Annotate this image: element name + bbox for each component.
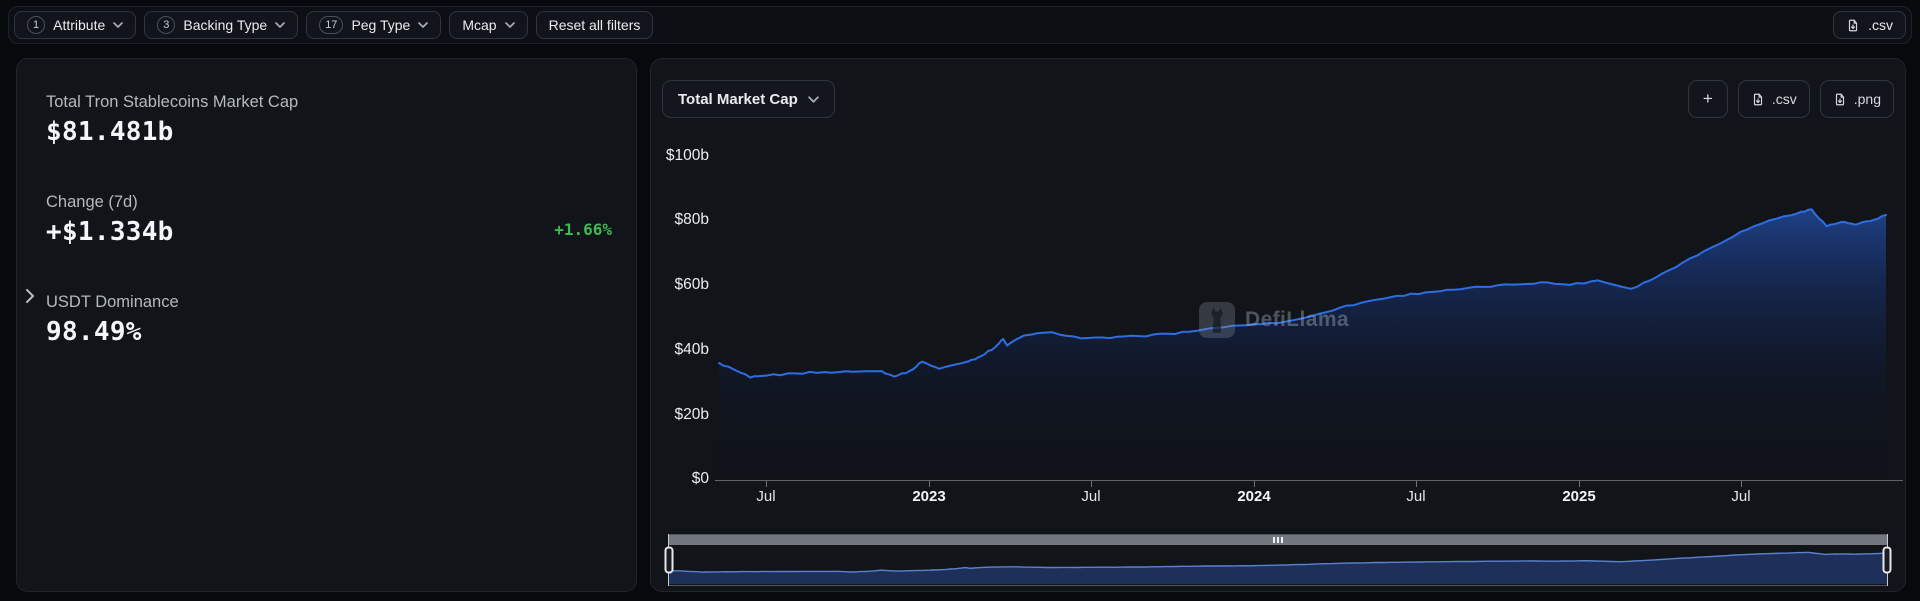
stat-value: +$1.334b [46,217,174,247]
reset-all-filters-button[interactable]: Reset all filters [536,11,654,39]
x-axis-tick [1416,481,1417,487]
x-axis-label: Jul [1081,488,1100,505]
stat-value: $81.481b [46,117,612,147]
brush-mini-chart[interactable] [669,545,1887,585]
filter-peg-type-label: Peg Type [351,17,410,33]
chevron-down-icon [418,22,428,28]
filter-mcap-button[interactable]: Mcap [449,11,527,39]
stat-value: 98.49% [46,317,612,347]
stat-label: USDT Dominance [46,293,612,312]
download-csv-button[interactable]: .csv [1738,80,1810,118]
chart-actions: + .csv .png [1688,80,1894,118]
x-axis-label: Jul [1406,488,1425,505]
chevron-down-icon [275,22,285,28]
chart-header: Total Market Cap + .csv .png [662,80,1894,118]
metric-selector-dropdown[interactable]: Total Market Cap [662,80,835,118]
stats-panel: Total Tron Stablecoins Market Cap $81.48… [16,58,637,592]
chart-panel: Total Market Cap + .csv .png $100b $80b … [650,58,1906,592]
market-cap-area-chart[interactable] [719,155,1886,482]
filter-attribute-label: Attribute [53,17,105,33]
add-chart-button[interactable]: + [1688,80,1728,118]
chevron-down-icon [505,22,515,28]
change-percent-value: +1.66% [554,220,612,239]
stat-total-market-cap: Total Tron Stablecoins Market Cap $81.48… [46,93,612,147]
x-axis-label: Jul [756,488,775,505]
backing-type-count-badge: 3 [157,16,175,34]
x-axis-line [715,480,1903,481]
x-axis-tick [766,481,767,487]
y-axis-label: $40b [675,341,709,359]
x-axis-tick [929,481,930,487]
export-csv-button[interactable]: .csv [1833,11,1906,39]
x-axis-tick [1254,481,1255,487]
filter-peg-type-button[interactable]: 17 Peg Type [306,11,441,39]
x-axis-label: 2023 [912,488,945,505]
chevron-right-icon[interactable] [26,287,38,305]
x-axis-tick [1091,481,1092,487]
filter-backing-type-button[interactable]: 3 Backing Type [144,11,298,39]
y-axis-label: $0 [692,470,709,488]
y-axis-label: $100b [666,147,709,165]
stat-label: Total Tron Stablecoins Market Cap [46,93,612,112]
filter-bar: 1 Attribute 3 Backing Type 17 Peg Type M… [8,6,1912,44]
filter-group: 1 Attribute 3 Backing Type 17 Peg Type M… [14,11,653,39]
file-download-icon [1846,18,1860,33]
export-csv-label: .csv [1868,17,1893,33]
chevron-down-icon [113,22,123,28]
metric-selector-label: Total Market Cap [678,91,798,108]
peg-type-count-badge: 17 [319,16,343,34]
x-axis-label: 2024 [1237,488,1270,505]
download-png-button[interactable]: .png [1820,80,1894,118]
reset-all-filters-label: Reset all filters [549,17,641,33]
x-axis-label: Jul [1731,488,1750,505]
brush-handle-left[interactable] [665,547,674,574]
x-axis-tick [1579,481,1580,487]
stat-usdt-dominance: USDT Dominance 98.49% [46,293,612,347]
chevron-down-icon [808,96,819,103]
x-axis-tick [1741,481,1742,487]
file-download-icon [1833,92,1847,107]
brush-move-track[interactable] [669,535,1887,545]
brush-grip-icon [1273,537,1283,543]
data-zoom-brush [668,534,1888,586]
download-csv-label: .csv [1772,91,1797,107]
stat-change-7d: Change (7d) +$1.334b +1.66% [46,193,612,247]
filter-mcap-label: Mcap [462,17,496,33]
y-axis-label: $20b [675,406,709,424]
x-axis-label: 2025 [1562,488,1595,505]
file-download-icon [1751,92,1765,107]
area-fill [719,209,1886,479]
attribute-count-badge: 1 [27,16,45,34]
download-png-label: .png [1854,91,1881,107]
plus-icon: + [1703,89,1713,109]
y-axis-label: $80b [675,211,709,229]
brush-handle-right[interactable] [1883,547,1892,574]
stat-label: Change (7d) [46,193,612,212]
y-axis-label: $60b [675,276,709,294]
filter-backing-type-label: Backing Type [183,17,267,33]
filter-attribute-button[interactable]: 1 Attribute [14,11,136,39]
